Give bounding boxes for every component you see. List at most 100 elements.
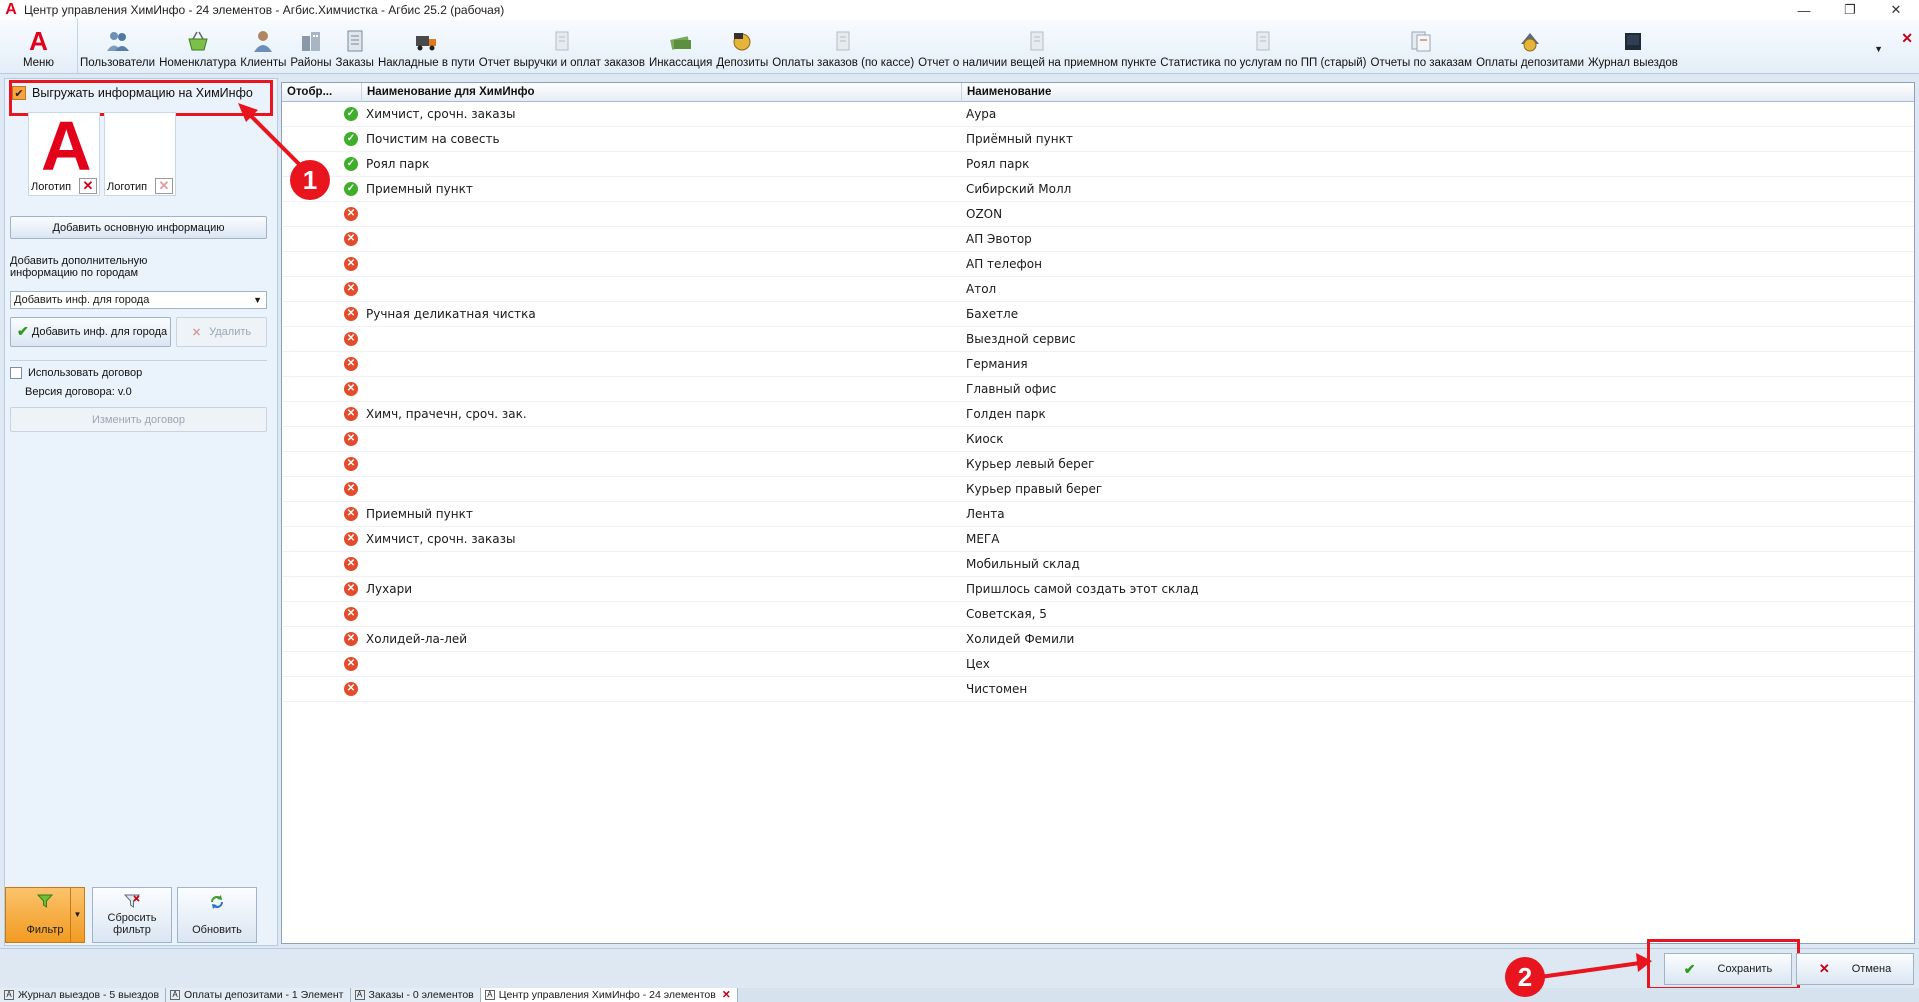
- table-row[interactable]: ✕ Советская, 5: [282, 602, 1914, 627]
- hidden-cross-icon[interactable]: ✕: [344, 532, 358, 546]
- ribbon-button-10[interactable]: Отчет о наличии вещей на приемном пункте: [916, 19, 1158, 73]
- hidden-cross-icon[interactable]: ✕: [344, 482, 358, 496]
- document-tab[interactable]: A Центр управления ХимИнфо - 24 элементов…: [480, 988, 738, 1002]
- ribbon-overflow-chevron-icon[interactable]: ▼: [1874, 44, 1883, 54]
- delete-button[interactable]: ✕ Удалить: [176, 317, 267, 347]
- close-window-button[interactable]: ✕: [1873, 0, 1919, 20]
- cell-chem-name[interactable]: Приемный пункт: [366, 502, 473, 527]
- document-tab[interactable]: A Заказы - 0 элементов: [350, 988, 481, 1002]
- ribbon-button-6[interactable]: Отчет выручки и оплат заказов: [477, 19, 647, 73]
- shown-check-icon[interactable]: ✓: [344, 182, 358, 196]
- hidden-cross-icon[interactable]: ✕: [344, 382, 358, 396]
- table-row[interactable]: ✕ Холидей-ла-лей Холидей Фемили: [282, 627, 1914, 652]
- cell-chem-name[interactable]: Роял парк: [366, 152, 429, 177]
- column-header-chem-name[interactable]: Наименование для ХимИнфо: [362, 83, 962, 102]
- table-row[interactable]: ✕ Цех: [282, 652, 1914, 677]
- table-row[interactable]: ✓ Химчист, срочн. заказы Аура: [282, 102, 1914, 127]
- add-city-info-button[interactable]: ✔ Добавить инф. для города: [10, 317, 171, 347]
- table-row[interactable]: ✕ Мобильный склад: [282, 552, 1914, 577]
- hidden-cross-icon[interactable]: ✕: [344, 432, 358, 446]
- hidden-cross-icon[interactable]: ✕: [344, 507, 358, 521]
- hidden-cross-icon[interactable]: ✕: [344, 632, 358, 646]
- hidden-cross-icon[interactable]: ✕: [344, 407, 358, 421]
- table-row[interactable]: ✓ Роял парк Роял парк: [282, 152, 1914, 177]
- cell-chem-name[interactable]: Холидей-ла-лей: [366, 627, 467, 652]
- close-tab-icon[interactable]: ✕: [1901, 30, 1913, 47]
- cell-chem-name[interactable]: Приемный пункт: [366, 177, 473, 202]
- table-row[interactable]: ✕ АП Эвотор: [282, 227, 1914, 252]
- table-row[interactable]: ✓ Приемный пункт Сибирский Молл: [282, 177, 1914, 202]
- cell-chem-name[interactable]: Химчист, срочн. заказы: [366, 102, 516, 127]
- table-row[interactable]: ✕ OZON: [282, 202, 1914, 227]
- document-tab[interactable]: A Оплаты депозитами - 1 Элемент: [166, 988, 351, 1002]
- hidden-cross-icon[interactable]: ✕: [344, 557, 358, 571]
- table-row[interactable]: ✕ Киоск: [282, 427, 1914, 452]
- cell-chem-name[interactable]: Химчист, срочн. заказы: [366, 527, 516, 552]
- table-row[interactable]: ✕ АП телефон: [282, 252, 1914, 277]
- table-row[interactable]: ✕ Атол: [282, 277, 1914, 302]
- refresh-button[interactable]: Обновить: [177, 887, 257, 943]
- ribbon-button-7[interactable]: Инкассация: [647, 19, 714, 73]
- remove-logo-icon[interactable]: ✕: [155, 178, 173, 194]
- hidden-cross-icon[interactable]: ✕: [344, 232, 358, 246]
- shown-check-icon[interactable]: ✓: [344, 132, 358, 146]
- minimize-button[interactable]: —: [1781, 0, 1827, 20]
- ribbon-button-13[interactable]: Оплаты депозитами: [1474, 19, 1586, 73]
- column-header-name[interactable]: Наименование: [962, 83, 1914, 102]
- cancel-button[interactable]: ✕ Отмена: [1796, 953, 1914, 985]
- hidden-cross-icon[interactable]: ✕: [344, 357, 358, 371]
- logo-slot-2[interactable]: Логотип ✕: [104, 112, 176, 196]
- hidden-cross-icon[interactable]: ✕: [344, 682, 358, 696]
- table-row[interactable]: ✕ Ручная деликатная чистка Бахетле: [282, 302, 1914, 327]
- ribbon-button-14[interactable]: Журнал выездов: [1586, 19, 1680, 73]
- hidden-cross-icon[interactable]: ✕: [344, 307, 358, 321]
- document-tab[interactable]: A Журнал выездов - 5 выездов: [0, 988, 167, 1002]
- ribbon-button-12[interactable]: Отчеты по заказам: [1369, 19, 1475, 73]
- restore-button[interactable]: ❐: [1827, 0, 1873, 20]
- use-contract-row[interactable]: Использовать договор: [10, 360, 270, 386]
- shown-check-icon[interactable]: ✓: [344, 157, 358, 171]
- ribbon-button-4[interactable]: Заказы: [334, 19, 376, 73]
- hidden-cross-icon[interactable]: ✕: [344, 332, 358, 346]
- table-row[interactable]: ✕ Химчист, срочн. заказы МЕГА: [282, 527, 1914, 552]
- filter-dropdown-chevron-icon[interactable]: ▼: [70, 888, 84, 942]
- cell-chem-name[interactable]: Химч, прачечн, сроч. зак.: [366, 402, 527, 427]
- city-select[interactable]: Добавить инф. для города ▼: [10, 291, 267, 309]
- menu-button[interactable]: A Меню: [0, 19, 78, 73]
- hidden-cross-icon[interactable]: ✕: [344, 657, 358, 671]
- hidden-cross-icon[interactable]: ✕: [344, 582, 358, 596]
- hidden-cross-icon[interactable]: ✕: [344, 457, 358, 471]
- remove-logo-icon[interactable]: ✕: [79, 178, 97, 194]
- filter-button[interactable]: Фильтр ▼: [5, 887, 85, 943]
- table-row[interactable]: ✕ Германия: [282, 352, 1914, 377]
- table-row[interactable]: ✕ Химч, прачечн, сроч. зак. Голден парк: [282, 402, 1914, 427]
- table-row[interactable]: ✕ Курьер правый берег: [282, 477, 1914, 502]
- hidden-cross-icon[interactable]: ✕: [344, 207, 358, 221]
- ribbon-button-1[interactable]: Номенклатура: [157, 19, 238, 73]
- table-row[interactable]: ✕ Выездной сервис: [282, 327, 1914, 352]
- logo-slot-1[interactable]: A Логотип ✕: [28, 111, 100, 196]
- cell-chem-name[interactable]: Почистим на совесть: [366, 127, 500, 152]
- cell-chem-name[interactable]: Ручная деликатная чистка: [366, 302, 536, 327]
- change-contract-button[interactable]: Изменить договор: [10, 407, 267, 432]
- use-contract-checkbox[interactable]: [10, 367, 22, 379]
- hidden-cross-icon[interactable]: ✕: [344, 607, 358, 621]
- ribbon-button-11[interactable]: Статистика по услугам по ПП (старый): [1158, 19, 1368, 73]
- ribbon-button-2[interactable]: Клиенты: [238, 19, 288, 73]
- table-row[interactable]: ✕ Лухари Пришлось самой создать этот склад: [282, 577, 1914, 602]
- table-row[interactable]: ✕ Главный офис: [282, 377, 1914, 402]
- add-main-info-button[interactable]: Добавить основную информацию: [10, 216, 267, 239]
- shown-check-icon[interactable]: ✓: [344, 107, 358, 121]
- column-header-shown[interactable]: Отобр...: [282, 83, 362, 102]
- table-row[interactable]: ✕ Приемный пункт Лента: [282, 502, 1914, 527]
- close-tab-icon[interactable]: ✕: [722, 988, 731, 1002]
- table-row[interactable]: ✓ Почистим на совесть Приёмный пункт: [282, 127, 1914, 152]
- table-row[interactable]: ✕ Курьер левый берег: [282, 452, 1914, 477]
- ribbon-button-5[interactable]: Накладные в пути: [376, 19, 477, 73]
- ribbon-button-3[interactable]: Районы: [288, 19, 333, 73]
- ribbon-button-0[interactable]: Пользователи: [78, 19, 157, 73]
- reset-filter-button[interactable]: Сбросить фильтр: [92, 887, 172, 943]
- hidden-cross-icon[interactable]: ✕: [344, 282, 358, 296]
- table-row[interactable]: ✕ Чистомен: [282, 677, 1914, 702]
- ribbon-button-9[interactable]: Оплаты заказов (по кассе): [770, 19, 916, 73]
